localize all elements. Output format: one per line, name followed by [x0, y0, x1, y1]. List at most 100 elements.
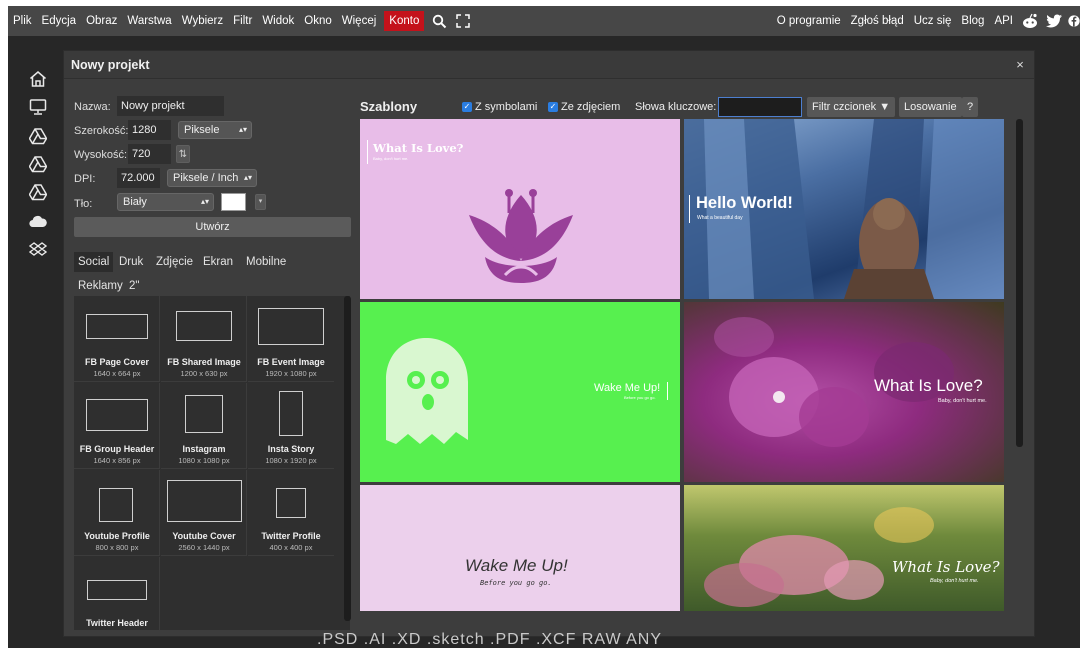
preset-shape	[258, 308, 324, 345]
google-drive-icon[interactable]	[28, 182, 48, 202]
preset-size: 2560 x 1440 px	[178, 543, 230, 552]
preset-fb-group-header[interactable]: FB Group Header 1640 x 856 px	[74, 383, 160, 469]
swap-dimensions-icon[interactable]: ⇅	[176, 145, 190, 163]
dialog-header: Nowy projekt ×	[64, 51, 1034, 79]
template-title: Wake Me Up!	[594, 382, 661, 394]
background-color-swatch[interactable]	[221, 193, 246, 211]
template-what-is-love-pink[interactable]: What Is Love? Baby, don't hurt me.	[360, 119, 680, 299]
preset-size: 400 x 400 px	[269, 543, 313, 552]
template-hello-world[interactable]: Hello World! What a beautiful day	[684, 119, 1004, 299]
height-input[interactable]: 720	[128, 144, 171, 164]
keywords-input[interactable]	[718, 97, 802, 117]
symbols-checkbox[interactable]: ✓ Z symbolami	[462, 101, 537, 113]
menu-api[interactable]: API	[989, 6, 1018, 36]
templates-scrollbar[interactable]	[1016, 119, 1023, 447]
preset-youtube-cover[interactable]: Youtube Cover 2560 x 1440 px	[161, 470, 247, 556]
background-select[interactable]: Biały ▴▾	[117, 193, 214, 211]
onedrive-cloud-icon[interactable]	[28, 211, 48, 231]
fullscreen-icon[interactable]	[453, 11, 473, 31]
menu-window[interactable]: Okno	[299, 6, 337, 36]
tab-screen[interactable]: Ekran	[199, 252, 237, 272]
template-wake-me-up-pink[interactable]: Wake Me Up! Before you go go.	[360, 485, 680, 611]
twitter-icon[interactable]	[1044, 11, 1064, 31]
preset-size: 800 x 800 px	[95, 543, 139, 552]
preset-fb-shared-image[interactable]: FB Shared Image 1200 x 630 px	[161, 296, 247, 382]
template-what-is-love-roses[interactable]: What Is Love? Baby, don't hurt me.	[684, 485, 1004, 611]
menu-image[interactable]: Obraz	[81, 6, 122, 36]
preset-name: Instagram	[182, 444, 226, 454]
lotus-flower-icon	[469, 189, 573, 283]
roses-photo	[704, 507, 934, 607]
preset-insta-story[interactable]: Insta Story 1080 x 1920 px	[248, 383, 334, 469]
menu-report-bug[interactable]: Zgłoś błąd	[846, 6, 909, 36]
app-window: Plik Edycja Obraz Warstwa Wybierz Filtr …	[8, 6, 1080, 648]
menu-view[interactable]: Widok	[257, 6, 299, 36]
dpi-unit-select[interactable]: Piksele / Inch ▴▾	[167, 169, 257, 187]
font-filter-button[interactable]: Filtr czcionek ▼	[807, 97, 896, 117]
template-title: What Is Love?	[874, 376, 983, 395]
color-picker-dropdown-icon[interactable]: ▾	[255, 194, 266, 210]
preset-twitter-header[interactable]: Twitter Header	[74, 557, 160, 630]
tab-social[interactable]: Social	[74, 252, 114, 272]
template-title: What Is Love?	[892, 558, 1000, 576]
template-subtitle: Baby, don't hurt me.	[938, 398, 987, 404]
tab-print[interactable]: Druk	[115, 252, 147, 272]
template-subtitle: Before you go go.	[624, 395, 656, 400]
menu-select[interactable]: Wybierz	[177, 6, 228, 36]
preset-shape	[185, 395, 223, 433]
menu-about[interactable]: O programie	[772, 6, 846, 36]
menu-edit[interactable]: Edycja	[37, 6, 82, 36]
accent-bar	[367, 140, 368, 164]
new-project-dialog: Nowy projekt × Nazwa: Nowy projekt Szero…	[63, 50, 1035, 637]
tab-ads[interactable]: Reklamy	[74, 276, 127, 296]
preset-fb-page-cover[interactable]: FB Page Cover 1640 x 664 px	[74, 296, 160, 382]
background-label: Tło:	[74, 198, 93, 210]
google-drive-icon[interactable]	[28, 154, 48, 174]
tab-photo[interactable]: Zdjęcie	[152, 252, 197, 272]
dropbox-icon[interactable]	[28, 240, 48, 260]
template-title: Wake Me Up!	[465, 556, 568, 575]
width-input[interactable]: 1280	[128, 120, 171, 140]
tab-mobile[interactable]: Mobilne	[242, 252, 290, 272]
dialog-title: Nowy projekt	[71, 58, 150, 72]
preset-twitter-profile[interactable]: Twitter Profile 400 x 400 px	[248, 470, 334, 556]
menubar: Plik Edycja Obraz Warstwa Wybierz Filtr …	[8, 6, 1080, 36]
preset-instagram[interactable]: Instagram 1080 x 1080 px	[161, 383, 247, 469]
width-unit-select[interactable]: Piksele ▴▾	[178, 121, 252, 139]
template-wake-me-up-green[interactable]: Wake Me Up! Before you go go.	[360, 302, 680, 482]
template-what-is-love-flowers[interactable]: What Is Love? Baby, don't hurt me.	[684, 302, 1004, 482]
menu-file[interactable]: Plik	[8, 6, 37, 36]
search-icon[interactable]	[429, 11, 449, 31]
help-button[interactable]: ?	[962, 97, 979, 117]
create-button[interactable]: Utwórz	[74, 217, 351, 237]
home-icon[interactable]	[28, 69, 48, 89]
project-name-input[interactable]: Nowy projekt	[117, 96, 224, 116]
preset-name: FB Shared Image	[167, 357, 241, 367]
google-drive-icon[interactable]	[28, 126, 48, 146]
checkbox-check-icon: ✓	[548, 102, 558, 112]
close-icon[interactable]: ×	[1010, 55, 1030, 75]
monitor-icon[interactable]	[28, 97, 48, 117]
preset-scrollbar[interactable]	[344, 296, 351, 621]
menu-filter[interactable]: Filtr	[228, 6, 257, 36]
facebook-icon[interactable]	[1068, 11, 1080, 31]
menu-layer[interactable]: Warstwa	[122, 6, 176, 36]
keywords-label: Słowa kluczowe:	[635, 101, 717, 113]
menu-learn[interactable]: Ucz się	[909, 6, 957, 36]
preset-fb-event-image[interactable]: FB Event Image 1920 x 1080 px	[248, 296, 334, 382]
menu-blog[interactable]: Blog	[956, 6, 989, 36]
reddit-icon[interactable]	[1020, 11, 1040, 31]
menu-account[interactable]: Konto	[384, 11, 425, 31]
photo-checkbox[interactable]: ✓ Ze zdjęciem	[548, 101, 620, 113]
accent-bar	[667, 382, 668, 400]
random-button[interactable]: Losowanie	[899, 97, 962, 117]
tab-2-inch[interactable]: 2"	[125, 276, 143, 296]
preset-name: FB Group Header	[79, 444, 155, 454]
preset-name: Youtube Profile	[84, 531, 150, 541]
dpi-label: DPI:	[74, 173, 96, 185]
template-subtitle: Before you go go.	[480, 579, 552, 587]
menu-more[interactable]: Więcej	[337, 6, 382, 36]
width-label: Szerokość:	[74, 125, 129, 137]
dpi-input[interactable]: 72.000	[117, 168, 160, 188]
preset-youtube-profile[interactable]: Youtube Profile 800 x 800 px	[74, 470, 160, 556]
